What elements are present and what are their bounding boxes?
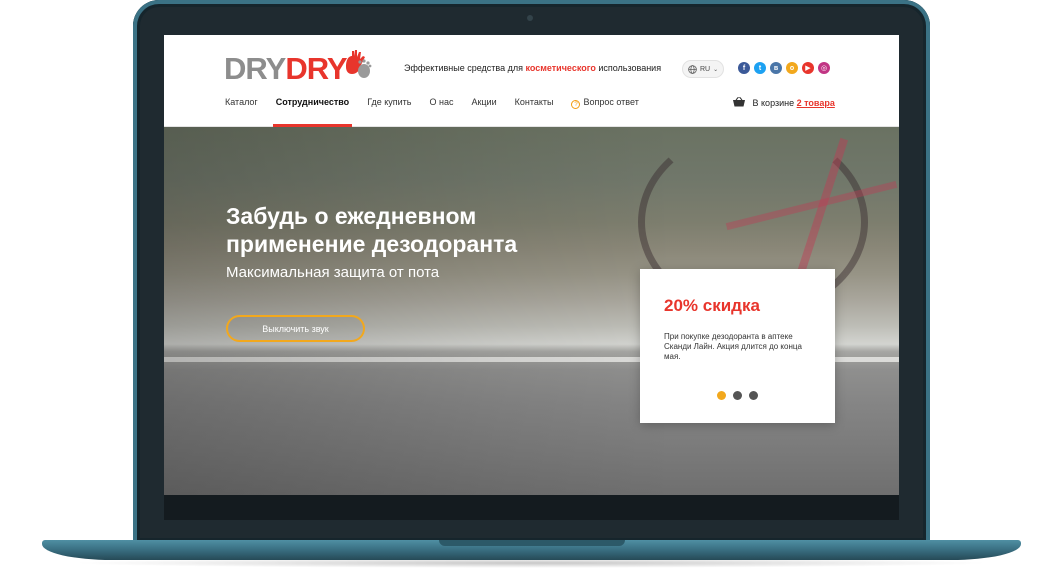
nav-item-faq-label: Вопрос ответ [583,97,639,107]
twitter-icon[interactable]: t [754,62,766,74]
laptop-notch [439,540,625,546]
language-value: RU [700,65,711,73]
nav-item-where-to-buy[interactable]: Где купить [367,97,411,127]
question-icon: ? [571,100,581,109]
nav-item-catalog[interactable]: Каталог [225,97,258,127]
hero-subtitle: Максимальная защита от пота [226,264,440,281]
nav-item-promotions[interactable]: Акции [471,97,496,127]
mute-sound-button[interactable]: Выключить звук [226,315,365,342]
instagram-icon[interactable]: ◎ [818,62,830,74]
hero-title: Забудь о ежедневном применение дезодоран… [226,203,518,257]
globe-icon [688,64,697,74]
odnoklassniki-icon[interactable]: о [786,62,798,74]
vk-icon[interactable]: в [770,62,782,74]
slider-dots [717,391,758,400]
slider-dot[interactable] [717,391,726,400]
nav-item-about[interactable]: О нас [429,97,453,127]
facebook-icon[interactable]: f [738,62,750,74]
slider-dot[interactable] [749,391,758,400]
tagline-part-2: использования [595,63,662,73]
social-links: f t в о ▶ ◎ [738,62,830,74]
brand-logo[interactable]: DRYDRY [224,51,348,86]
main-nav: Каталог Сотрудничество Где купить О нас … [225,97,657,127]
nav-item-cooperation[interactable]: Сотрудничество [272,97,353,127]
logo-text-gray: DRY [224,51,286,86]
cart-summary[interactable]: В корзине 2 товара [733,96,835,108]
slider-dot[interactable] [733,391,742,400]
site-tagline: Эффективные средства для косметического … [404,63,661,73]
promo-card[interactable]: 20% скидка При покупке дезодоранта в апт… [640,269,835,423]
hand-foot-logo-icon [346,50,372,78]
youtube-icon[interactable]: ▶ [802,62,814,74]
website-screen: DRYDRY Эффективные средства для косметич… [164,35,899,495]
tagline-accent: косметического [525,63,596,73]
hero-banner: Забудь о ежедневном применение дезодоран… [164,127,899,495]
site-header: DRYDRY Эффективные средства для косметич… [164,35,899,127]
cart-label: В корзине [752,98,797,108]
language-selector[interactable]: RU ⌄ [682,60,724,78]
nav-item-faq[interactable]: ? Вопрос ответ [571,97,639,127]
basket-icon [733,96,745,107]
tagline-part-1: Эффективные средства для [404,63,526,73]
promo-text: При покупке дезодоранта в аптеке Сканди … [664,332,802,361]
chevron-down-icon: ⌄ [713,66,719,73]
cart-count-link[interactable]: 2 товара [797,98,835,108]
logo-text-red: DRY [285,51,347,86]
webcam-icon [527,15,533,21]
screen-bezel [164,495,899,520]
nav-item-contacts[interactable]: Контакты [515,97,554,127]
promo-title: 20% скидка [664,296,760,315]
